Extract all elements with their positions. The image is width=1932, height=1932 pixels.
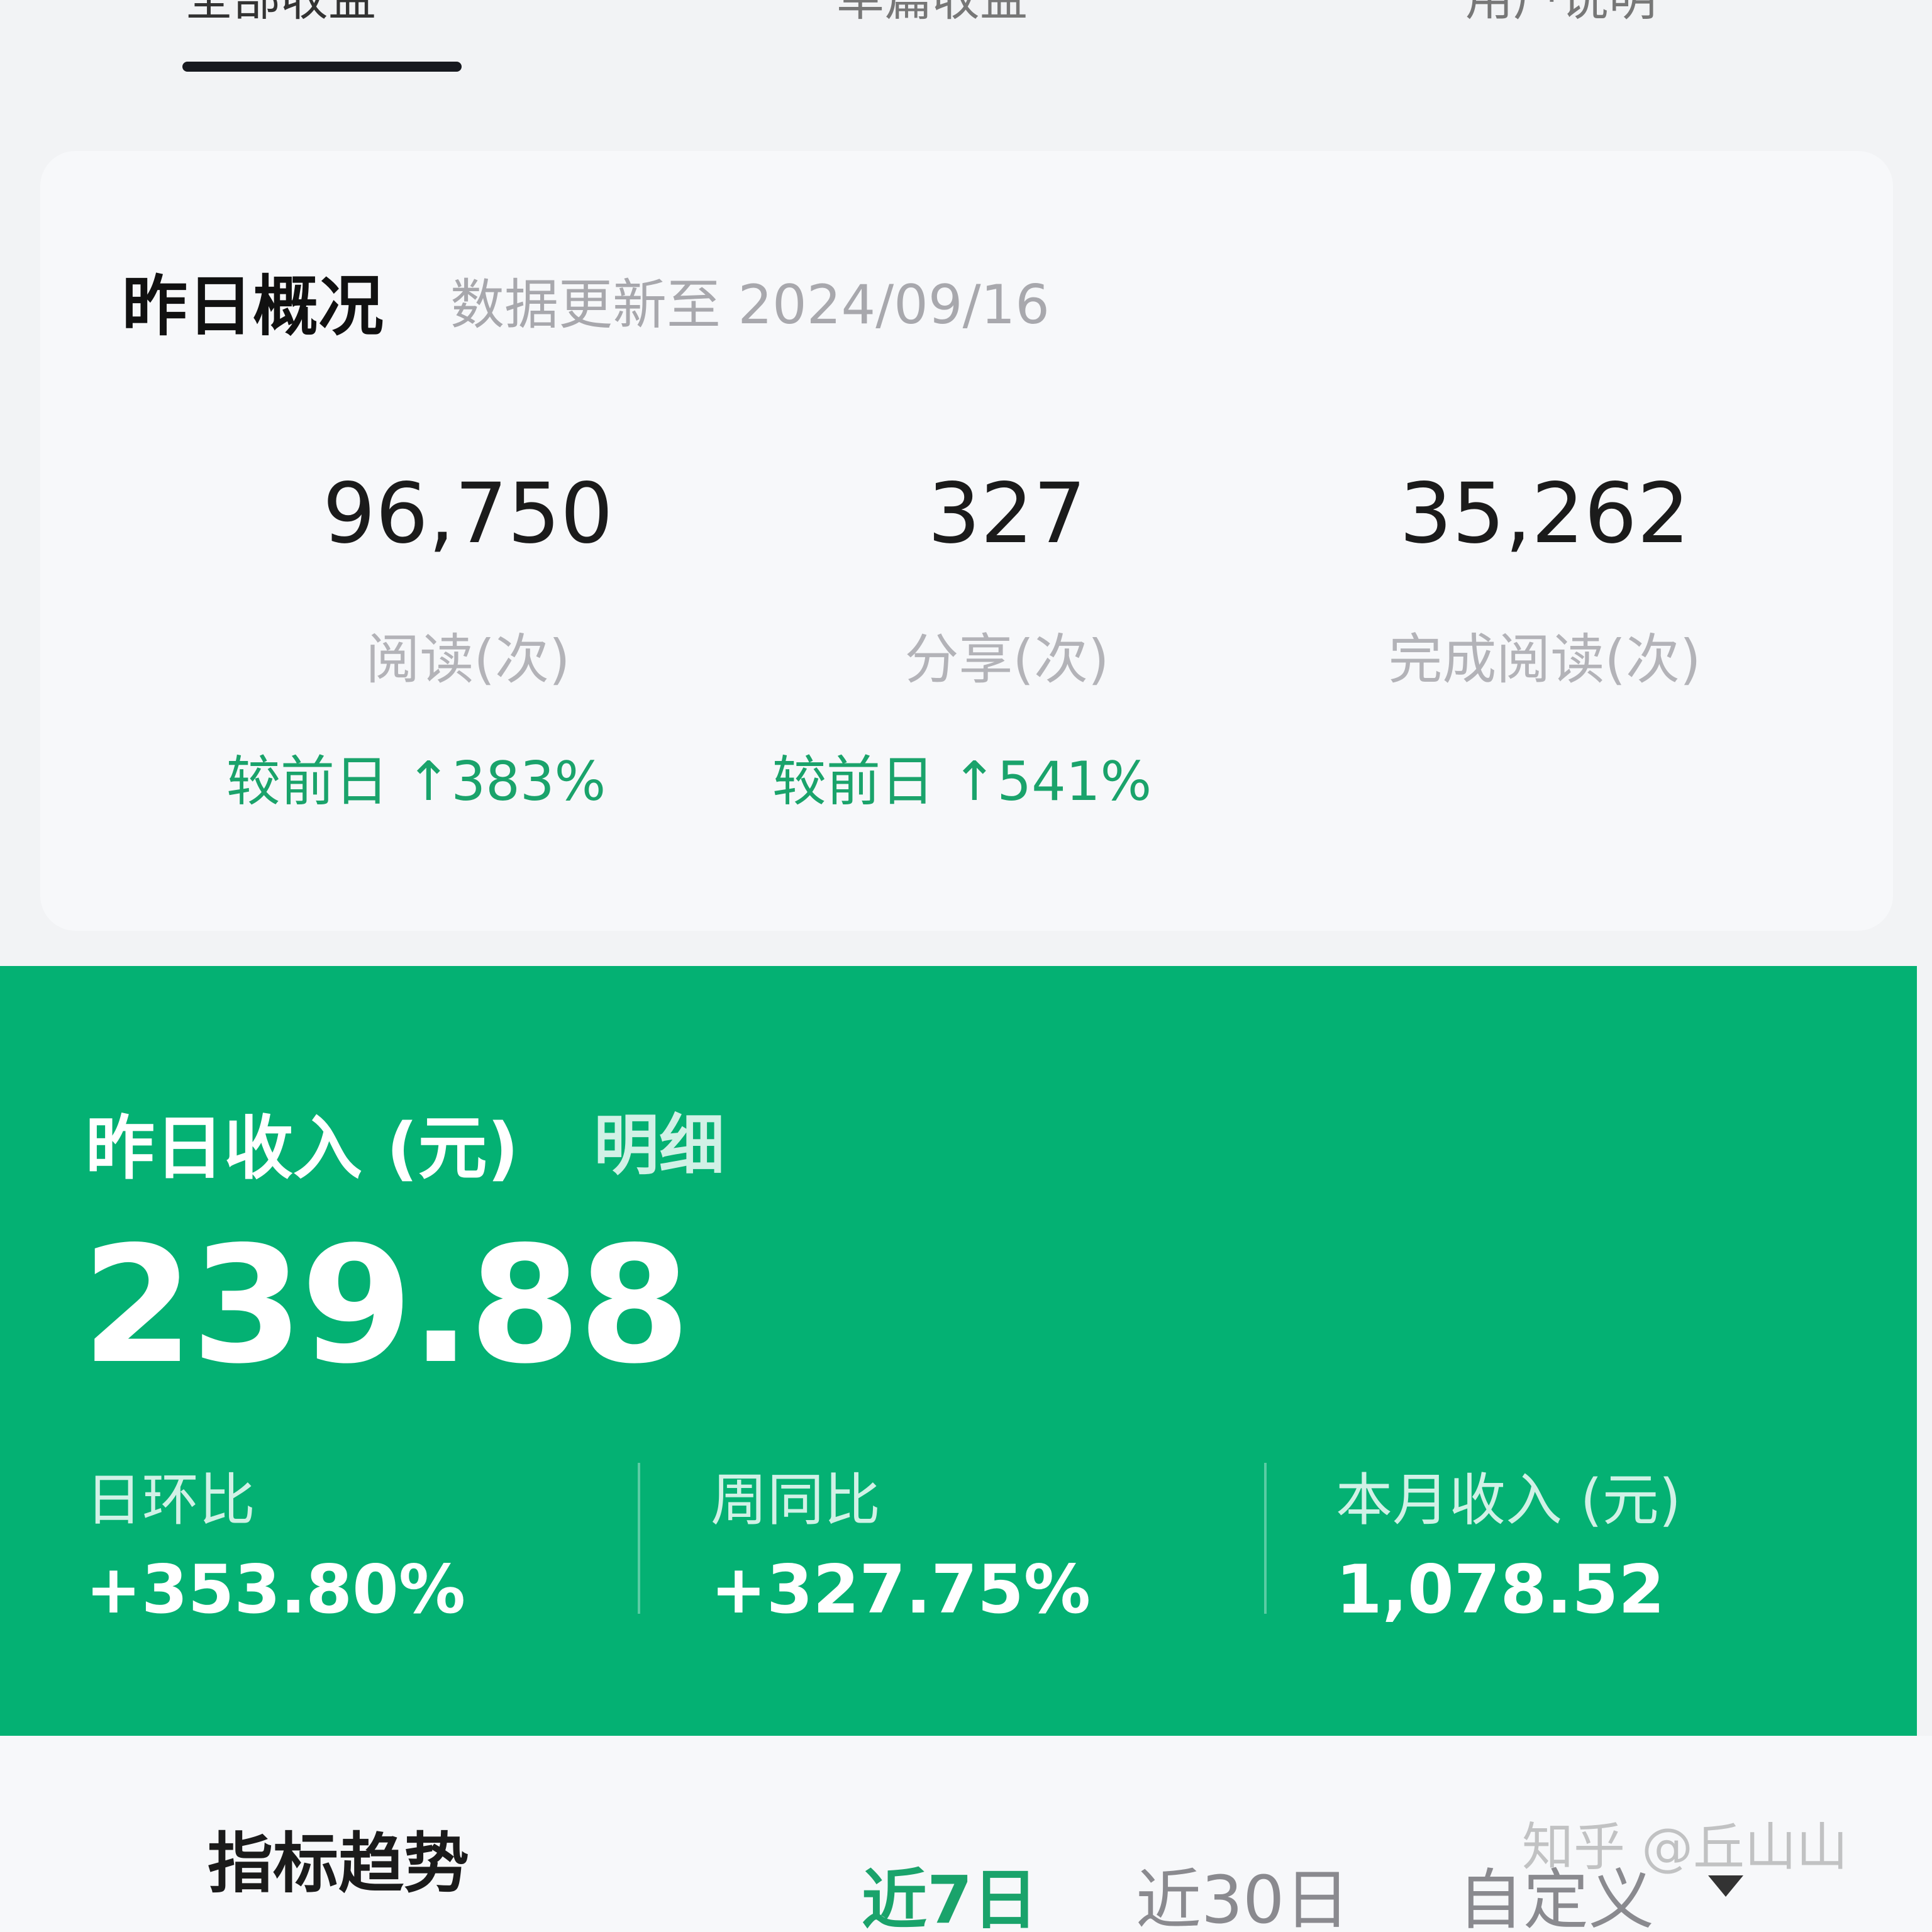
tab-bar: 全部收益 单篇收益 用户说明 [0, 0, 1932, 82]
metric-trend-section: 指标趋势 近7日 近30日 自定义 知乎 @丘山山 [0, 1736, 1932, 1932]
tab-all-income[interactable]: 全部收益 [185, 0, 376, 23]
active-tab-indicator [182, 62, 462, 72]
tab-user-guide[interactable]: 用户说明 [1465, 0, 1657, 23]
income-title: 昨日收入 (元) [86, 1108, 519, 1189]
reads-value: 96,750 [323, 465, 613, 562]
week-over-week-label: 周同比 [711, 1467, 880, 1533]
month-income-label: 本月收入 (元) [1336, 1467, 1681, 1533]
watermark: 知乎 @丘山山 [1522, 1818, 1848, 1877]
reads-change: 较前日 ↑383% [226, 750, 606, 813]
metric-divider [638, 1463, 640, 1614]
range-7-days[interactable]: 近7日 [862, 1846, 1038, 1932]
metric-divider [1264, 1463, 1267, 1614]
overview-title: 昨日概况 [122, 268, 384, 345]
trend-title: 指标趋势 [208, 1825, 470, 1902]
completed-reads-value: 35,262 [1399, 465, 1690, 562]
overview-updated-date: 数据更新至 2024/09/16 [450, 274, 1050, 336]
month-income-value: 1,078.52 [1336, 1551, 1665, 1628]
shares-value: 327 [928, 465, 1086, 562]
income-amount: 239.88 [82, 1212, 691, 1399]
income-detail-link[interactable]: 明细 [594, 1092, 724, 1187]
completed-reads-label: 完成阅读(次) [1388, 628, 1701, 691]
day-over-day-label: 日环比 [86, 1467, 255, 1533]
day-over-day-value: +353.80% [86, 1551, 466, 1628]
shares-change: 较前日 ↑541% [772, 750, 1152, 813]
tab-single-article-income[interactable]: 单篇收益 [836, 0, 1028, 23]
yesterday-income-panel: 昨日收入 (元) 明细 239.88 日环比 +353.80% 周同比 +327… [0, 966, 1917, 1736]
shares-label: 分享(次) [904, 628, 1109, 691]
week-over-week-value: +327.75% [711, 1551, 1091, 1628]
yesterday-overview-card: 昨日概况 数据更新至 2024/09/16 96,750 阅读(次) 较前日 ↑… [40, 151, 1893, 931]
reads-label: 阅读(次) [365, 628, 570, 691]
range-30-days[interactable]: 近30日 [1136, 1846, 1350, 1932]
